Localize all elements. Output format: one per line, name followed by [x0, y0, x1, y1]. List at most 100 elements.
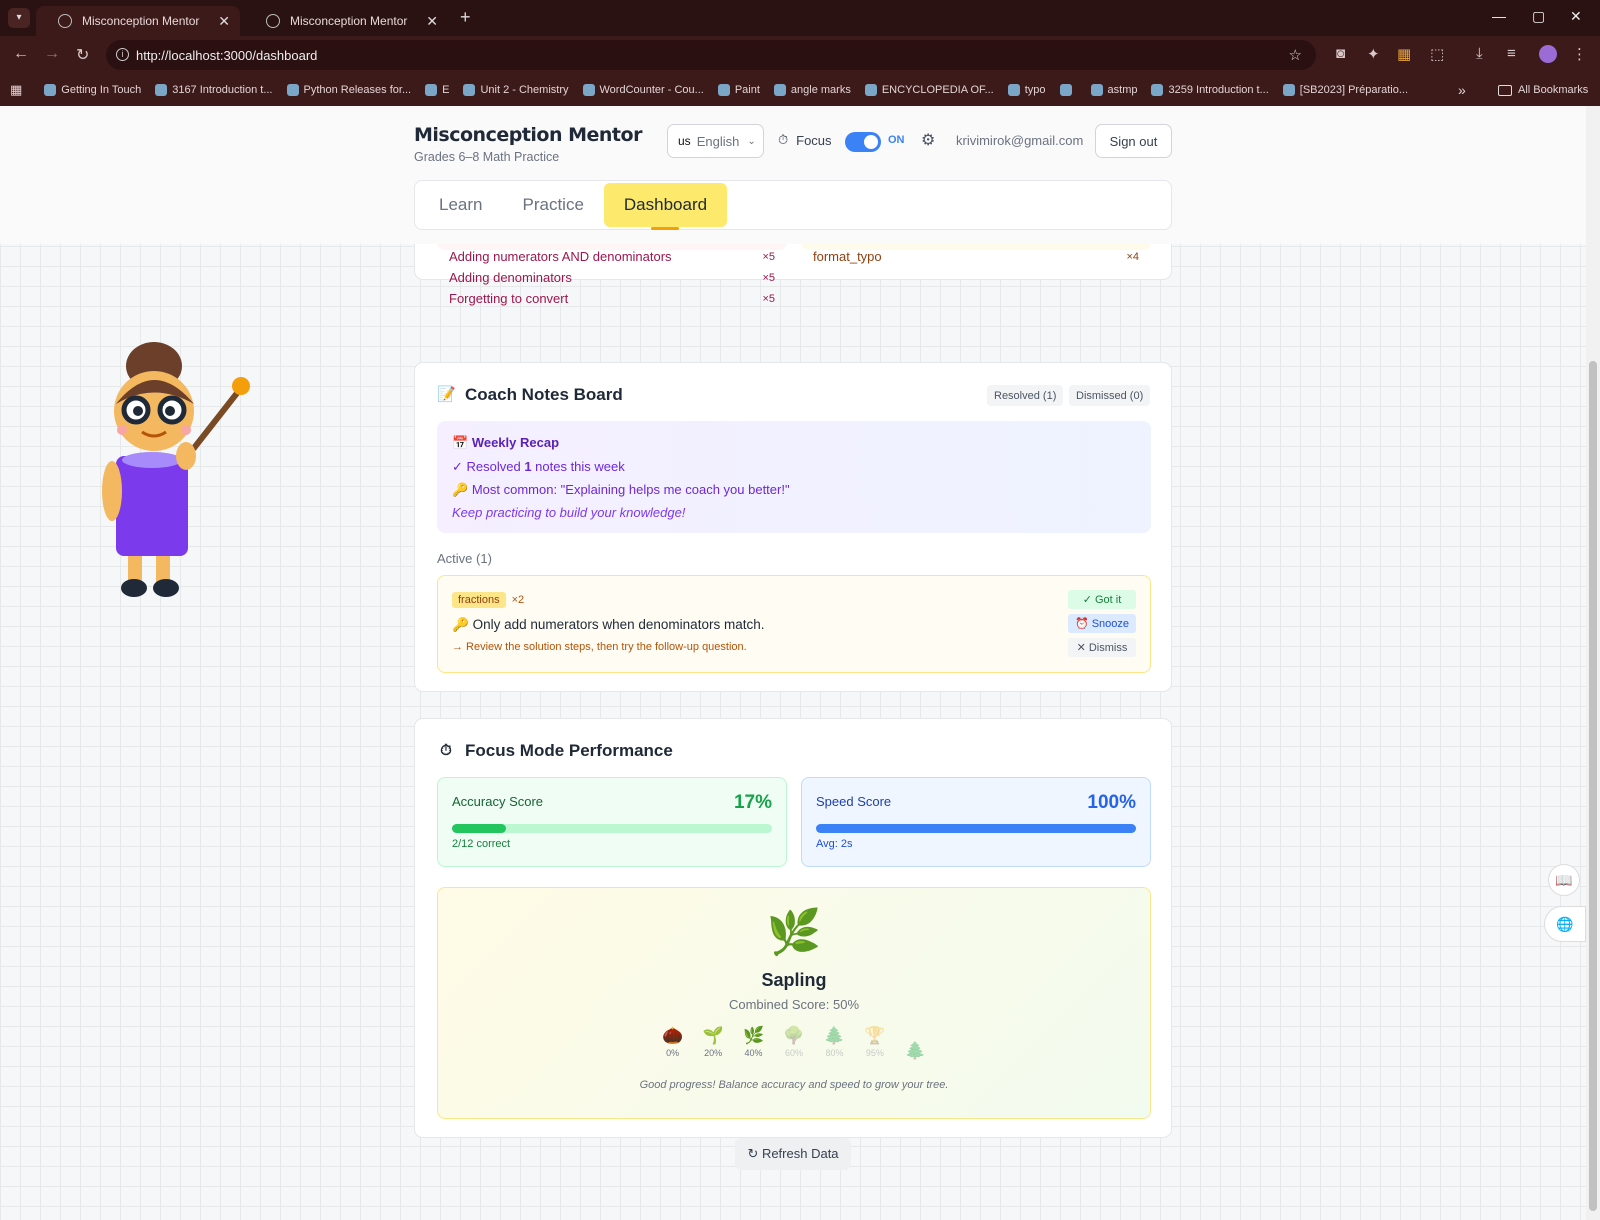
dismissed-filter-button[interactable]: Dismissed (0) — [1069, 385, 1151, 406]
reader-icon[interactable]: 📖 — [1548, 864, 1580, 896]
brand: Misconception Mentor Grades 6–8 Math Pra… — [414, 124, 642, 164]
note-count: ×2 — [511, 594, 525, 606]
dismiss-button[interactable]: ✕ Dismiss — [1068, 638, 1136, 657]
stage-seed: 🌰 0% — [655, 1026, 691, 1058]
refresh-data-button[interactable]: ↻ Refresh Data — [735, 1138, 851, 1170]
active-notes-label: Active (1) — [437, 551, 492, 566]
app-subtitle: Grades 6–8 Math Practice — [414, 150, 560, 164]
resolved-filter-button[interactable]: Resolved (1) — [987, 385, 1064, 406]
puzzle-icon[interactable]: ⬚ — [1430, 45, 1444, 63]
camera-icon[interactable]: ◙ — [1336, 45, 1345, 62]
bookmark-item[interactable]: E — [425, 84, 449, 96]
tree-stage: Sapling — [761, 970, 827, 990]
address-bar[interactable]: i http://localhost:3000/dashboard ☆ — [106, 40, 1316, 70]
language-select[interactable]: us English ⌄ — [667, 124, 764, 158]
globe-icon — [266, 14, 280, 28]
note-text: Only add numerators when denominators ma… — [472, 617, 765, 632]
back-icon[interactable]: ← — [13, 45, 29, 63]
memo-icon: 📝 — [437, 386, 456, 403]
close-icon[interactable]: ✕ — [218, 13, 230, 30]
url-text: http://localhost:3000/dashboard — [136, 47, 318, 63]
gear-icon[interactable]: ⚙ — [921, 130, 935, 150]
accuracy-bar-fill — [452, 824, 507, 833]
accuracy-value: 17% — [733, 792, 772, 813]
scrollbar-thumb[interactable] — [1589, 361, 1597, 1211]
trophy-icon: 🏆 — [864, 1026, 886, 1045]
bookmark-item[interactable] — [1059, 84, 1077, 96]
evergreen-icon: 🌲 — [823, 1026, 846, 1045]
recap-common: 🔑 Most common: "Explaining helps me coac… — [452, 482, 790, 497]
list-item: Forgetting to convert ×5 — [449, 291, 775, 306]
bookmarks-more[interactable]: » — [1458, 82, 1466, 98]
bookmark-item[interactable]: 3259 Introduction t... — [1151, 84, 1269, 96]
seedling-icon: 🌱 — [702, 1026, 724, 1045]
maximize-icon[interactable]: ▢ — [1532, 8, 1545, 25]
tab-search-button[interactable]: ▾ — [8, 8, 30, 28]
bookmark-item[interactable]: typo — [1007, 84, 1046, 96]
browser-tab[interactable]: Misconception Mentor ✕ — [244, 6, 448, 36]
bookmark-icon — [155, 84, 168, 96]
focus-toggle[interactable] — [845, 132, 881, 152]
section-title: ⏱ Focus Mode Performance — [437, 741, 673, 761]
bookmark-item[interactable]: [SB2023] Préparatio... — [1282, 84, 1408, 96]
stage-tree: 🌳 60% — [776, 1026, 812, 1058]
bookmark-item[interactable]: Unit 2 - Chemistry — [463, 84, 569, 96]
tab-dashboard[interactable]: Dashboard — [603, 183, 728, 230]
bookmark-icon — [1007, 84, 1020, 96]
bookmark-icon — [773, 84, 786, 96]
bookmark-item[interactable]: astmp — [1090, 84, 1137, 96]
stage-trophy: 🏆 95% — [857, 1026, 893, 1058]
star-icon[interactable]: ☆ — [1289, 46, 1302, 64]
browser-tab[interactable]: Misconception Mentor ✕ — [36, 6, 240, 36]
scrollbar[interactable] — [1586, 106, 1600, 1220]
app-header: Misconception Mentor Grades 6–8 Math Pra… — [0, 106, 1586, 244]
sign-out-button[interactable]: Sign out — [1095, 124, 1172, 158]
info-icon[interactable]: i — [116, 48, 129, 61]
page: Adding numerators AND denominators ×5 Add… — [0, 106, 1586, 1220]
reload-icon[interactable]: ↻ — [76, 45, 89, 65]
media-icon[interactable]: ≡ — [1507, 45, 1516, 62]
new-tab-icon[interactable]: + — [460, 7, 471, 28]
all-bookmarks[interactable]: All Bookmarks — [1498, 84, 1588, 96]
download-icon[interactable]: ⤓ — [1476, 45, 1483, 62]
herb-icon: 🌿 — [742, 1026, 765, 1045]
stage-pine: 🌲 — [897, 1041, 933, 1063]
stage-sprout: 🌱 20% — [695, 1026, 731, 1058]
list-item: Adding denominators ×5 — [449, 270, 775, 285]
forward-icon[interactable]: → — [44, 45, 60, 63]
bookmark-icon — [44, 84, 57, 96]
bookmark-item[interactable]: Python Releases for... — [286, 84, 411, 96]
acorn-icon: 🌰 — [662, 1026, 684, 1045]
stopwatch-icon: ⏱ — [778, 132, 789, 147]
profile-avatar[interactable] — [1539, 45, 1557, 63]
bookmark-item[interactable]: Getting In Touch — [44, 84, 141, 96]
apps-icon[interactable]: ▦ — [10, 82, 22, 98]
list-item: format_typo ×4 — [813, 249, 1139, 264]
bookmark-item[interactable]: 3167 Introduction t... — [155, 84, 273, 96]
close-icon[interactable]: ✕ — [426, 13, 438, 30]
got-it-button[interactable]: ✓ Got it — [1068, 590, 1136, 609]
bookmarks-bar: ▦ Getting In Touch 3167 Introduction t...… — [0, 74, 1600, 106]
browser-chrome: ▾ Misconception Mentor ✕ Misconception M… — [0, 0, 1600, 106]
menu-icon[interactable]: ⋮ — [1572, 45, 1587, 63]
bookmark-icon — [864, 84, 877, 96]
globe-icon — [58, 14, 72, 28]
bookmark-item[interactable]: Paint — [717, 84, 760, 96]
bookmark-item[interactable]: angle marks — [773, 84, 851, 96]
bookmark-icon — [1059, 84, 1072, 96]
snooze-button[interactable]: ⏰ Snooze — [1068, 614, 1136, 633]
tab-bar: ▾ Misconception Mentor ✕ Misconception M… — [0, 0, 1600, 36]
tab-learn[interactable]: Learn — [419, 183, 502, 227]
tab-practice[interactable]: Practice — [502, 183, 603, 227]
tree-icon: 🌳 — [783, 1026, 805, 1045]
new-extension-button[interactable]: 🌐 — [1544, 906, 1586, 942]
window-close-icon[interactable]: ✕ — [1570, 8, 1582, 25]
flag-code: us — [678, 134, 691, 148]
bookmark-item[interactable]: ENCYCLOPEDIA OF... — [864, 84, 994, 96]
minimize-icon[interactable]: — — [1492, 8, 1506, 24]
coach-note: fractions ×2 🔑 Only add numerators when d… — [437, 575, 1151, 673]
extension-icon[interactable]: ✦ — [1367, 45, 1380, 63]
color-extension-icon[interactable]: ▦ — [1397, 45, 1411, 63]
bookmark-item[interactable]: WordCounter - Cou... — [582, 84, 704, 96]
coach-notes-card: 📝 Coach Notes Board Resolved (1) Dismiss… — [414, 362, 1172, 692]
